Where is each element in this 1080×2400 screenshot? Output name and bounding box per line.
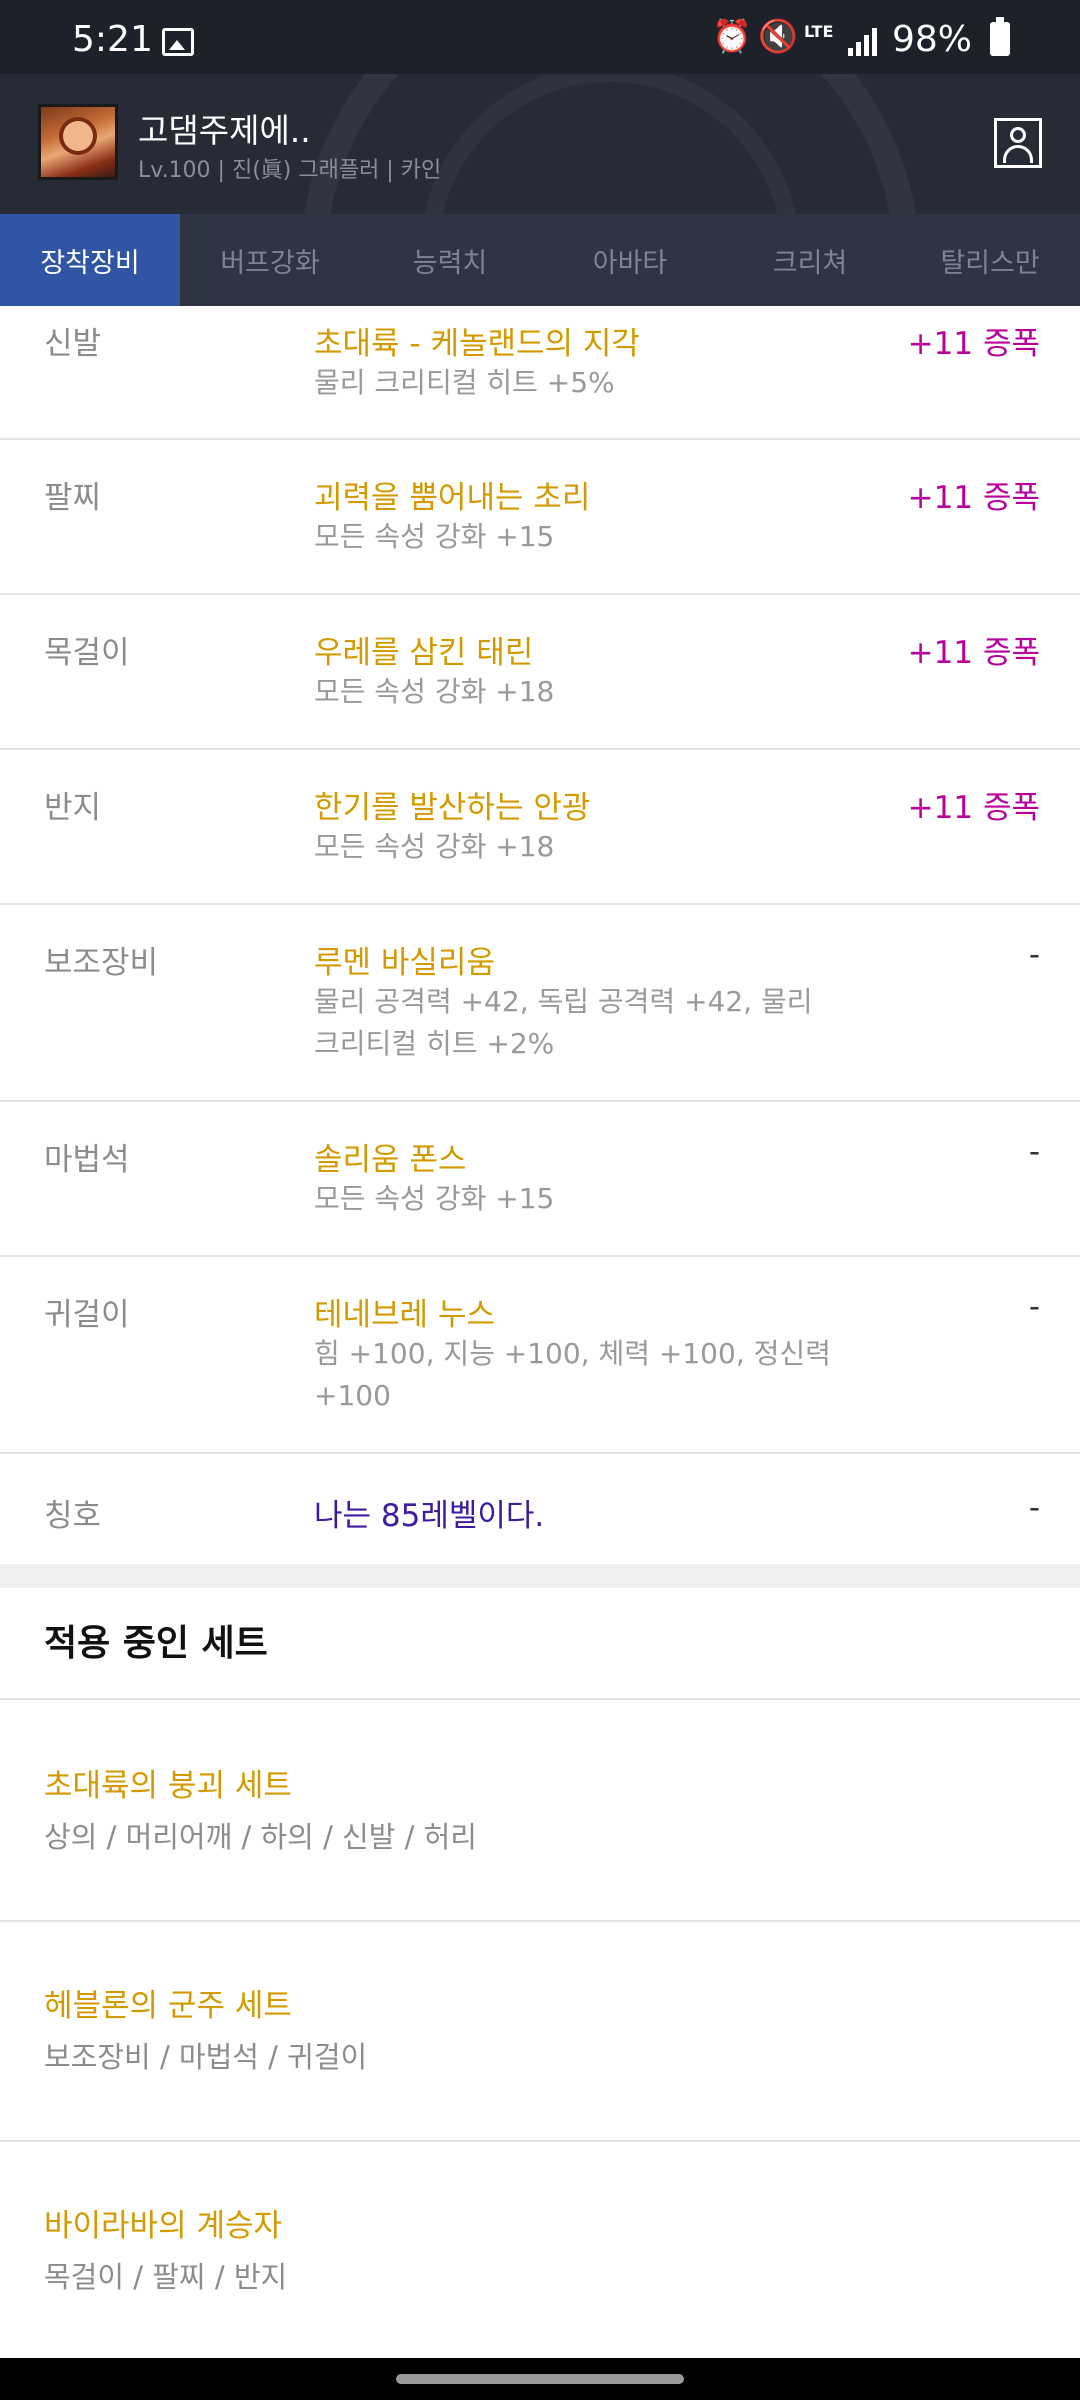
status-icons: ⏰ 🔇 LTE 98% — [700, 0, 1080, 74]
item-stat: 모든 속성 강화 +18 — [314, 830, 555, 863]
tab-avatar[interactable]: 아바타 — [540, 214, 720, 306]
equipment-row-bracelet[interactable]: 팔찌 괴력을 뿜어내는 초리 모든 속성 강화 +15 +11 증폭 — [0, 440, 1080, 595]
equipment-row-earring[interactable]: 귀걸이 테네브레 누스 힘 +100, 지능 +100, 체력 +100, 정신… — [0, 1257, 1080, 1454]
item-name: 나는 85레벨이다. — [314, 1498, 545, 1534]
set-item[interactable]: 바이라바의 계승자 목걸이 / 팔찌 / 반지 — [0, 2142, 1080, 2358]
slot-label: 목걸이 — [44, 635, 130, 671]
equipment-row-shoes[interactable]: 신발 초대륙 - 케놀랜드의 지각 물리 크리티컬 히트 +5% +11 증폭 — [0, 306, 1080, 440]
set-item[interactable]: 헤블론의 군주 세트 보조장비 / 마법석 / 귀걸이 — [0, 1922, 1080, 2142]
item-stat: 물리 크리티컬 히트 +5% — [314, 366, 615, 399]
item-name: 우레를 삼킨 태린 — [314, 635, 534, 671]
set-section-title: 적용 중인 세트 — [44, 1623, 268, 1664]
status-bar: 5:21 ⏰ 🔇 LTE 98% — [0, 0, 1080, 74]
set-name: 바이라바의 계승자 — [44, 2208, 283, 2244]
tab-bar: 장착장비 버프강화 능력치 아바타 크리쳐 탈리스만 — [0, 214, 1080, 306]
item-name: 솔리움 폰스 — [314, 1142, 467, 1178]
lte-label: LTE — [804, 22, 834, 41]
enhance-level: - — [1028, 1490, 1040, 1526]
item-stat: 물리 공격력 +42, 독립 공격력 +42, 물리 크리티컬 히트 +2% — [314, 985, 813, 1060]
enhance-level: - — [1028, 1289, 1040, 1325]
item-stat: 모든 속성 강화 +15 — [314, 1182, 555, 1215]
mute-icon: 🔇 — [758, 17, 798, 55]
slot-label: 칭호 — [44, 1498, 102, 1534]
battery-icon — [990, 17, 1010, 56]
equipment-row-subequipment[interactable]: 보조장비 루멘 바실리움 물리 공격력 +42, 독립 공격력 +42, 물리 … — [0, 905, 1080, 1102]
equipment-list: 신발 초대륙 - 케놀랜드의 지각 물리 크리티컬 히트 +5% +11 증폭 … — [0, 306, 1080, 1564]
item-stat: 모든 속성 강화 +18 — [314, 675, 555, 708]
alarm-icon: ⏰ — [712, 17, 752, 55]
slot-label: 귀걸이 — [44, 1297, 130, 1333]
home-gesture-handle[interactable] — [396, 2374, 684, 2384]
signal-icon — [848, 26, 878, 56]
item-name: 루멘 바실리움 — [314, 945, 495, 981]
equipment-row-necklace[interactable]: 목걸이 우레를 삼킨 태린 모든 속성 강화 +18 +11 증폭 — [0, 595, 1080, 750]
character-avatar — [38, 104, 118, 180]
set-name: 헤블론의 군주 세트 — [44, 1988, 292, 2024]
slot-label: 보조장비 — [44, 945, 159, 981]
character-name: 고댐주제에.. — [138, 111, 311, 150]
gallery-notification-icon — [162, 28, 194, 56]
item-name: 테네브레 누스 — [314, 1297, 495, 1333]
set-parts: 보조장비 / 마법석 / 귀걸이 — [44, 2040, 368, 2074]
set-name: 초대륙의 붕괴 세트 — [44, 1768, 292, 1804]
equipment-row-title[interactable]: 칭호 나는 85레벨이다. - — [0, 1454, 1080, 1564]
enhance-level: +11 증폭 — [907, 480, 1040, 516]
enhance-level: +11 증폭 — [907, 790, 1040, 826]
tab-buff[interactable]: 버프강화 — [180, 214, 360, 306]
enhance-level: +11 증폭 — [907, 326, 1040, 362]
character-header: 고댐주제에.. Lv.100 | 진(眞) 그래플러 | 카인 — [0, 74, 1080, 214]
tab-creature[interactable]: 크리쳐 — [720, 214, 900, 306]
person-icon — [1010, 127, 1026, 143]
enhance-level: - — [1028, 937, 1040, 973]
profile-button[interactable] — [994, 118, 1042, 168]
slot-label: 반지 — [44, 790, 102, 826]
item-name: 괴력을 뿜어내는 초리 — [314, 480, 591, 516]
slot-label: 신발 — [44, 326, 102, 362]
set-parts: 목걸이 / 팔찌 / 반지 — [44, 2260, 288, 2294]
set-parts: 상의 / 머리어깨 / 하의 / 신발 / 허리 — [44, 1820, 477, 1854]
tab-equipment[interactable]: 장착장비 — [0, 214, 180, 306]
slot-label: 팔찌 — [44, 480, 102, 516]
item-stat: 힘 +100, 지능 +100, 체력 +100, 정신력 +100 — [314, 1337, 831, 1412]
item-name: 한기를 발산하는 안광 — [314, 790, 591, 826]
tab-stats[interactable]: 능력치 — [360, 214, 540, 306]
slot-label: 마법석 — [44, 1142, 130, 1178]
status-time: 5:21 — [72, 19, 153, 60]
set-item[interactable]: 초대륙의 붕괴 세트 상의 / 머리어깨 / 하의 / 신발 / 허리 — [0, 1700, 1080, 1922]
item-name: 초대륙 - 케놀랜드의 지각 — [314, 326, 640, 362]
enhance-level: +11 증폭 — [907, 635, 1040, 671]
equipment-row-ring[interactable]: 반지 한기를 발산하는 안광 모든 속성 강화 +18 +11 증폭 — [0, 750, 1080, 905]
equipment-row-magicstone[interactable]: 마법석 솔리움 폰스 모든 속성 강화 +15 - — [0, 1102, 1080, 1257]
tab-talisman[interactable]: 탈리스만 — [900, 214, 1080, 306]
enhance-level: - — [1028, 1134, 1040, 1170]
system-nav-bar — [0, 2358, 1080, 2400]
item-stat: 모든 속성 강화 +15 — [314, 520, 555, 553]
battery-percent: 98% — [892, 19, 973, 60]
character-info: Lv.100 | 진(眞) 그래플러 | 카인 — [138, 158, 442, 183]
section-divider — [0, 1564, 1080, 1588]
